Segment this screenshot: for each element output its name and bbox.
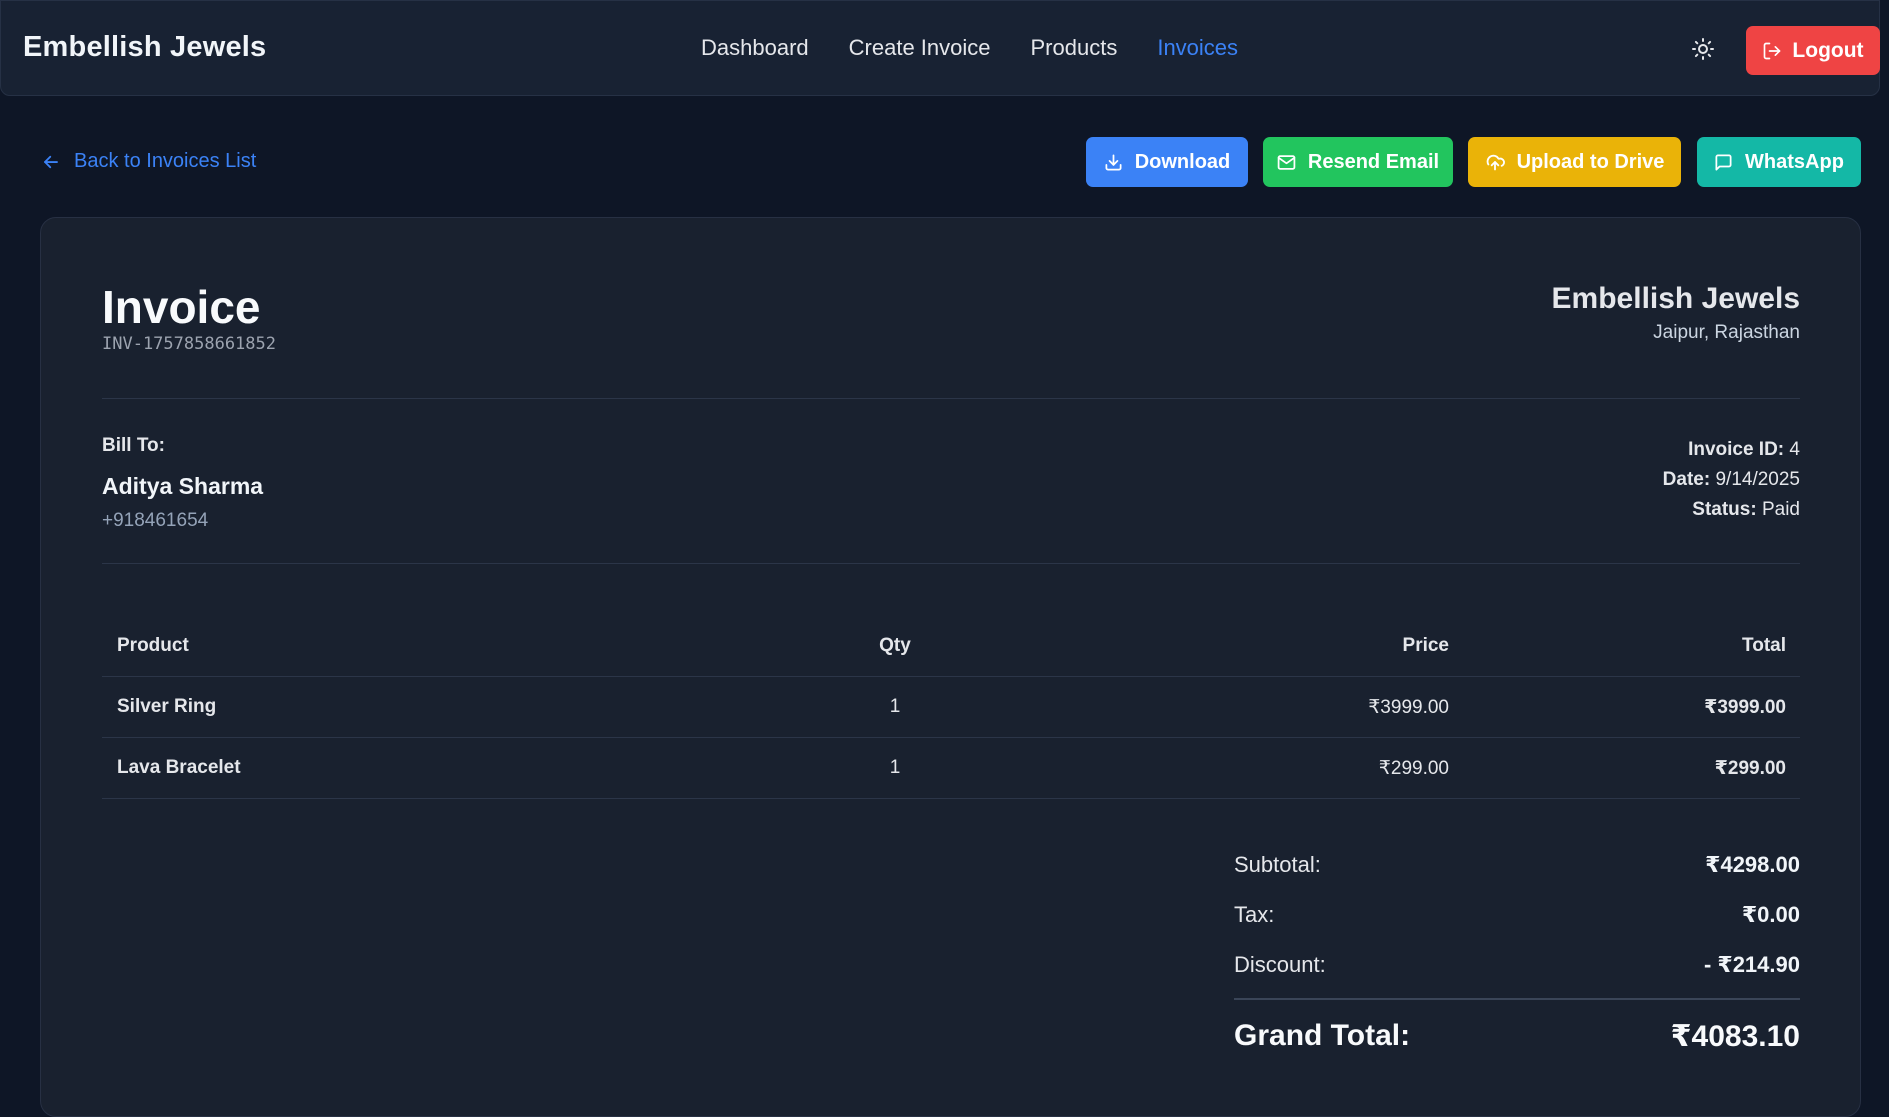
whatsapp-label: WhatsApp: [1745, 150, 1844, 173]
company-location: Jaipur, Rajasthan: [1653, 322, 1800, 343]
cell-qty: 1: [889, 696, 901, 717]
upload-to-drive-label: Upload to Drive: [1516, 150, 1665, 173]
invoice-id-line: Invoice ID: 4: [1688, 439, 1800, 460]
back-to-invoices-link[interactable]: Back to Invoices List: [42, 150, 256, 173]
grand-total-line: Grand Total: ₹4083.10: [1234, 1004, 1800, 1068]
invoice-id-value: 4: [1789, 439, 1800, 460]
whatsapp-button[interactable]: WhatsApp: [1697, 137, 1861, 187]
cell-price: ₹3999.00: [1368, 696, 1449, 718]
nav-products[interactable]: Products: [1031, 35, 1118, 61]
nav-create-invoice[interactable]: Create Invoice: [849, 35, 991, 61]
resend-email-label: Resend Email: [1307, 150, 1440, 173]
tax-line: Tax: ₹0.00: [1234, 890, 1800, 940]
logout-label: Logout: [1792, 38, 1864, 62]
download-button[interactable]: Download: [1086, 137, 1248, 187]
discount-label: Discount:: [1234, 952, 1326, 977]
mail-icon: [1277, 153, 1296, 172]
subtotal-label: Subtotal:: [1234, 852, 1321, 877]
cell-total: ₹299.00: [1714, 757, 1786, 779]
bill-to-label: Bill To:: [102, 435, 165, 456]
invoice-number: INV-1757858661852: [102, 334, 276, 354]
resend-email-button[interactable]: Resend Email: [1263, 137, 1453, 187]
theme-toggle-sun-icon[interactable]: [1687, 33, 1719, 65]
upload-to-drive-button[interactable]: Upload to Drive: [1468, 137, 1681, 187]
invoice-date-value: 9/14/2025: [1715, 469, 1800, 490]
subtotal-value: ₹4298.00: [1705, 852, 1800, 877]
table-row: Lava Bracelet 1 ₹299.00 ₹299.00: [102, 738, 1800, 799]
tax-value: ₹0.00: [1741, 902, 1800, 927]
table-row: Silver Ring 1 ₹3999.00 ₹3999.00: [102, 677, 1800, 738]
col-qty-header: Qty: [879, 634, 911, 656]
customer-phone: +918461654: [102, 510, 209, 531]
company-name: Embellish Jewels: [1551, 282, 1800, 315]
discount-value: - ₹214.90: [1703, 952, 1800, 977]
brand-logo-text[interactable]: Embellish Jewels: [23, 31, 266, 64]
download-icon: [1104, 153, 1123, 172]
status-badge: Paid: [1761, 499, 1800, 520]
header-divider: [102, 398, 1800, 399]
subtotal-line: Subtotal: ₹4298.00: [1234, 840, 1800, 890]
col-price-header: Price: [1402, 634, 1449, 656]
arrow-left-icon: [42, 153, 60, 171]
nav-dashboard[interactable]: Dashboard: [701, 35, 809, 61]
cell-product: Lava Bracelet: [117, 757, 241, 778]
grand-total-value: ₹4083.10: [1670, 1019, 1800, 1053]
table-header-row: Product Qty Price Total: [102, 615, 1800, 677]
customer-name: Aditya Sharma: [102, 473, 264, 499]
cell-qty: 1: [889, 757, 901, 778]
cloud-upload-icon: [1485, 152, 1505, 172]
discount-line: Discount: - ₹214.90: [1234, 940, 1800, 990]
cell-price: ₹299.00: [1378, 757, 1449, 779]
totals-divider: [1234, 998, 1800, 1000]
top-navbar: Embellish Jewels Dashboard Create Invoic…: [0, 0, 1880, 96]
totals-summary: Subtotal: ₹4298.00 Tax: ₹0.00 Discount: …: [1234, 840, 1800, 1068]
logout-button[interactable]: Logout: [1746, 26, 1880, 75]
cell-product: Silver Ring: [117, 696, 217, 717]
main-nav: Dashboard Create Invoice Products Invoic…: [701, 35, 1238, 61]
download-label: Download: [1134, 150, 1231, 173]
col-product-header: Product: [117, 634, 189, 656]
nav-invoices[interactable]: Invoices: [1157, 35, 1238, 61]
invoice-meta: Invoice ID: 4 Date: 9/14/2025 Status: Pa…: [1663, 435, 1800, 525]
invoice-title: Invoice: [102, 281, 261, 333]
grand-total-label: Grand Total:: [1234, 1019, 1411, 1052]
logout-icon: [1762, 41, 1782, 61]
items-table: Product Qty Price Total Silver Ring 1 ₹3…: [102, 615, 1800, 799]
col-total-header: Total: [1742, 634, 1786, 656]
invoice-date-line: Date: 9/14/2025: [1662, 469, 1800, 490]
message-square-icon: [1714, 153, 1733, 172]
tax-label: Tax:: [1234, 902, 1275, 927]
invoice-status-line: Status: Paid: [1692, 499, 1800, 520]
cell-total: ₹3999.00: [1704, 696, 1786, 718]
invoice-card: Invoice INV-1757858661852 Embellish Jewe…: [40, 217, 1861, 1117]
billing-divider: [102, 563, 1800, 564]
back-link-label: Back to Invoices List: [74, 150, 257, 172]
